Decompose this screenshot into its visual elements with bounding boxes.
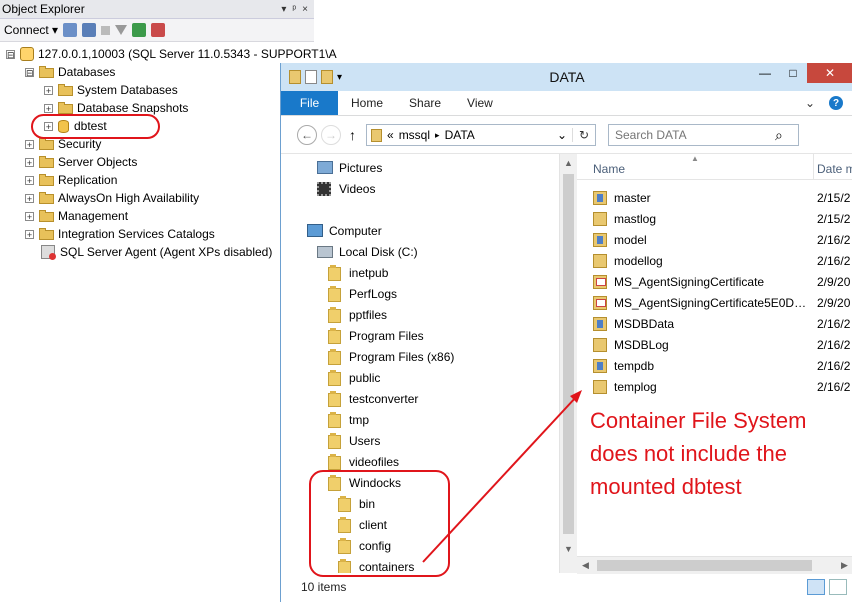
annotation-arrow <box>422 390 582 563</box>
annotation-text: Container File System does not include t… <box>590 408 807 499</box>
